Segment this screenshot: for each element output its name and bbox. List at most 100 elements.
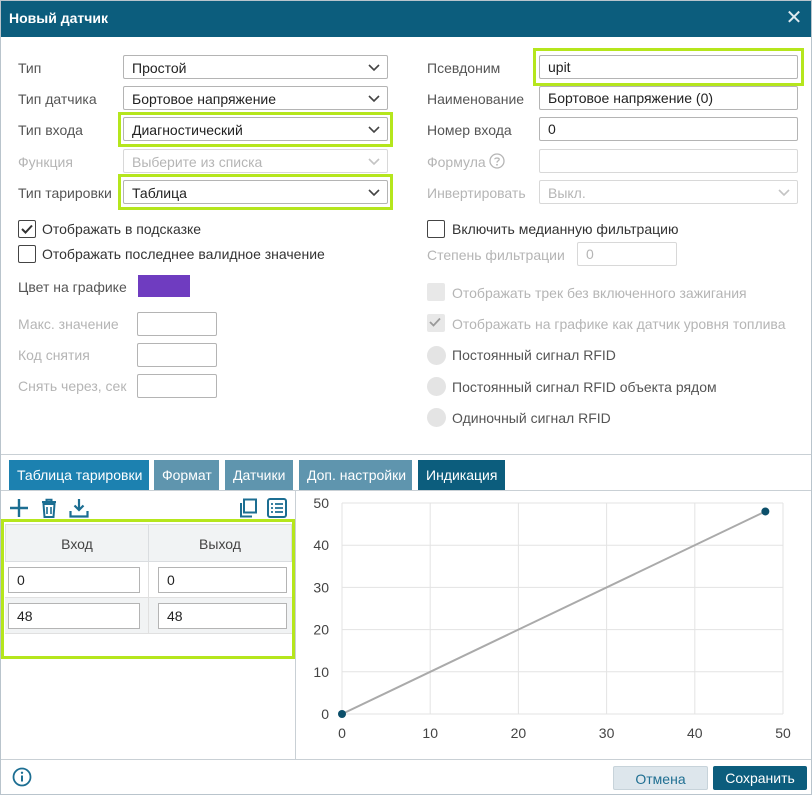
y-tick-label: 50 bbox=[313, 495, 329, 511]
input-number-label: Номер входа bbox=[427, 122, 512, 138]
x-tick-label: 40 bbox=[687, 725, 703, 741]
y-tick-label: 20 bbox=[313, 622, 329, 638]
median-filter-checkbox[interactable] bbox=[427, 220, 445, 238]
row-output-cell[interactable]: 48 bbox=[158, 603, 287, 629]
x-tick-label: 20 bbox=[511, 725, 527, 741]
invert-select[interactable]: Выкл. bbox=[539, 180, 798, 204]
save-button[interactable]: Сохранить bbox=[713, 766, 807, 790]
add-icon[interactable] bbox=[8, 497, 30, 519]
y-tick-label: 0 bbox=[321, 706, 329, 722]
help-icon[interactable] bbox=[489, 153, 505, 169]
chevron-down-icon bbox=[368, 95, 380, 103]
tab-format[interactable]: Формат bbox=[154, 460, 219, 490]
show-as-fuel-checkbox[interactable] bbox=[427, 314, 445, 332]
alias-input[interactable]: upit bbox=[539, 55, 798, 79]
info-icon[interactable] bbox=[12, 767, 32, 787]
rfid-constant-nearby-label: Постоянный сигнал RFID объекта рядом bbox=[452, 379, 717, 395]
sensor-type-select[interactable]: Бортовое напряжение bbox=[123, 86, 388, 110]
remove-after-input[interactable] bbox=[137, 374, 217, 398]
track-without-ignition-label: Отображать трек без включенного зажигани… bbox=[452, 285, 747, 301]
formula-label: Формула bbox=[427, 154, 486, 170]
function-select[interactable]: Выберите из списка bbox=[123, 149, 388, 173]
sensor-type-label: Тип датчика bbox=[18, 91, 97, 107]
input-type-select-value: Диагностический bbox=[132, 122, 243, 138]
check-icon bbox=[21, 224, 33, 234]
column-header-output: Выход bbox=[148, 524, 292, 562]
type-select[interactable]: Простой bbox=[123, 55, 388, 79]
chevron-down-icon bbox=[368, 158, 380, 166]
new-sensor-dialog: Новый датчик ✕ Тип Простой Тип датчика Б… bbox=[0, 0, 812, 795]
download-icon[interactable] bbox=[68, 497, 90, 519]
removal-code-input[interactable] bbox=[137, 343, 217, 367]
name-input[interactable]: Бортовое напряжение (0) bbox=[539, 86, 798, 110]
show-as-fuel-label: Отображать на графике как датчик уровня … bbox=[452, 316, 786, 332]
delete-icon[interactable] bbox=[38, 497, 60, 519]
formula-input[interactable] bbox=[539, 149, 798, 173]
pane-divider bbox=[295, 491, 296, 759]
type-select-value: Простой bbox=[132, 60, 187, 76]
column-divider bbox=[148, 562, 149, 634]
y-tick-label: 10 bbox=[313, 664, 329, 680]
column-header-input: Вход bbox=[5, 524, 149, 562]
x-tick-label: 30 bbox=[599, 725, 615, 741]
x-tick-label: 0 bbox=[338, 725, 346, 741]
list-icon[interactable] bbox=[266, 497, 288, 519]
remove-after-label: Снять через, сек bbox=[18, 378, 127, 394]
tab-calibration-table[interactable]: Таблица тарировки bbox=[9, 460, 149, 490]
tabs-underline bbox=[1, 490, 811, 491]
row-output-cell[interactable]: 0 bbox=[158, 567, 287, 593]
track-without-ignition-checkbox[interactable] bbox=[427, 283, 445, 301]
show-last-valid-label: Отображать последнее валидное значение bbox=[42, 246, 325, 262]
y-tick-label: 40 bbox=[313, 537, 329, 553]
calibration-type-select-value: Таблица bbox=[132, 185, 187, 201]
show-last-valid-checkbox[interactable] bbox=[18, 245, 36, 263]
tab-indication[interactable]: Индикация bbox=[418, 460, 505, 490]
check-icon bbox=[429, 317, 441, 327]
invert-label: Инвертировать bbox=[427, 185, 526, 201]
name-label: Наименование bbox=[427, 91, 525, 107]
calibration-chart: 0 10 20 30 40 50 0 10 20 30 40 50 bbox=[313, 495, 791, 741]
rfid-constant-radio[interactable] bbox=[427, 346, 446, 365]
median-filter-label: Включить медианную фильтрацию bbox=[452, 221, 679, 237]
show-in-tooltip-label: Отображать в подсказке bbox=[42, 221, 202, 237]
x-tick-label: 50 bbox=[775, 725, 791, 741]
graph-color-label: Цвет на графике bbox=[18, 279, 127, 295]
calibration-type-label: Тип тарировки bbox=[18, 185, 112, 201]
y-tick-label: 30 bbox=[313, 579, 329, 595]
calibration-type-select[interactable]: Таблица bbox=[123, 180, 388, 204]
alias-label: Псевдоним bbox=[427, 60, 501, 76]
rfid-single-radio[interactable] bbox=[427, 408, 446, 427]
graph-color-swatch[interactable] bbox=[138, 275, 190, 297]
copy-icon[interactable] bbox=[237, 497, 259, 519]
tab-extra-settings[interactable]: Доп. настройки bbox=[299, 460, 412, 490]
rfid-constant-nearby-radio[interactable] bbox=[427, 377, 446, 396]
chevron-down-icon bbox=[368, 64, 380, 72]
removal-code-label: Код снятия bbox=[18, 347, 90, 363]
calibration-table: Вход Выход 0 0 48 48 bbox=[5, 524, 292, 656]
cancel-button[interactable]: Отмена bbox=[613, 766, 708, 790]
filter-degree-input[interactable]: 0 bbox=[577, 242, 677, 266]
footer-divider bbox=[1, 759, 811, 760]
function-label: Функция bbox=[18, 154, 73, 170]
row-input-cell[interactable]: 48 bbox=[8, 603, 140, 629]
rfid-single-label: Одиночный сигнал RFID bbox=[452, 410, 611, 426]
max-value-input[interactable] bbox=[137, 312, 217, 336]
close-icon[interactable]: ✕ bbox=[783, 6, 805, 30]
row-input-cell[interactable]: 0 bbox=[8, 567, 140, 593]
tab-sensors[interactable]: Датчики bbox=[225, 460, 293, 490]
chevron-down-icon bbox=[368, 189, 380, 197]
section-divider bbox=[1, 454, 811, 455]
data-point bbox=[761, 507, 770, 516]
chevron-down-icon bbox=[778, 189, 790, 197]
show-in-tooltip-checkbox[interactable] bbox=[18, 220, 36, 238]
data-point bbox=[338, 710, 346, 718]
sensor-type-select-value: Бортовое напряжение bbox=[132, 91, 277, 107]
rfid-constant-label: Постоянный сигнал RFID bbox=[452, 347, 616, 363]
series-line bbox=[341, 510, 766, 715]
input-number-input[interactable]: 0 bbox=[539, 117, 798, 141]
filter-degree-label: Степень фильтрации bbox=[427, 247, 565, 263]
max-value-label: Макс. значение bbox=[18, 316, 119, 332]
input-type-label: Тип входа bbox=[18, 122, 83, 138]
input-type-select[interactable]: Диагностический bbox=[123, 117, 388, 141]
dialog-title: Новый датчик bbox=[9, 10, 108, 26]
